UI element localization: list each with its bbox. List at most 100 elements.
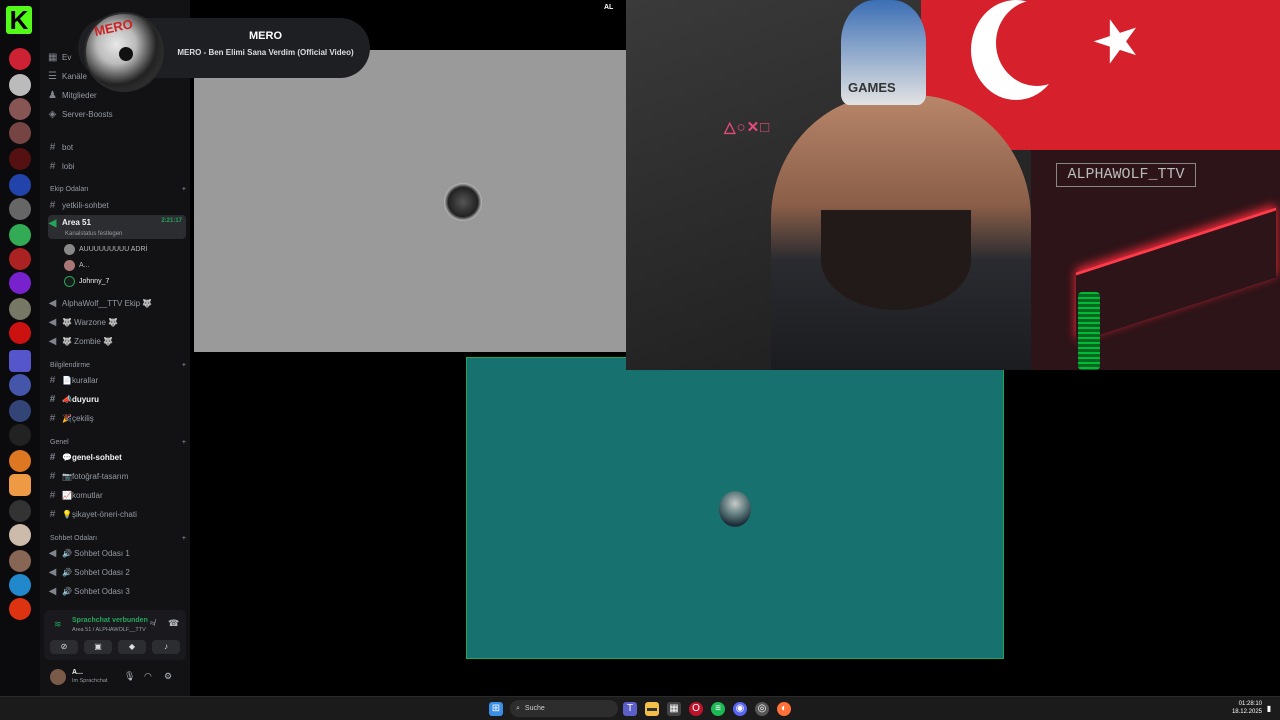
server-icon[interactable]: [9, 174, 31, 196]
channel-kurallar[interactable]: # 📄kurallar: [48, 372, 186, 388]
windows-start-icon[interactable]: ⊞: [489, 702, 503, 716]
camera-off-icon[interactable]: ⊘: [50, 640, 78, 654]
server-icon[interactable]: [9, 248, 31, 270]
voice-channel[interactable]: ◀ AlphaWolf__TTV Ekip 🐺: [48, 295, 186, 311]
hash-icon: #: [49, 393, 56, 405]
channel-sikayet[interactable]: # 💡şikayet-öneri-chati: [48, 506, 186, 522]
server-icon[interactable]: [9, 122, 31, 144]
channel-yetkili-sohbet[interactable]: # yetkili-sohbet: [48, 197, 186, 213]
plus-icon[interactable]: +: [182, 535, 186, 542]
server-icon[interactable]: [9, 400, 31, 422]
server-icon[interactable]: [9, 148, 31, 170]
channel-label: 📷fotoğraf-tasarım: [62, 471, 129, 481]
server-icon[interactable]: [9, 574, 31, 596]
flag-crescent-cut: [996, 0, 1078, 86]
voice-tile-speaking[interactable]: [466, 357, 1004, 659]
streamer-banner: ALPHAWOLF_TTV: [1056, 163, 1196, 187]
channel-lobi[interactable]: # lobi: [48, 158, 186, 174]
voice-channel[interactable]: ◀ 🐺 Zombie 🐺: [48, 333, 186, 349]
channel-komutlar[interactable]: # 📈komutlar: [48, 487, 186, 503]
headphones-icon[interactable]: ◠: [144, 671, 152, 682]
avatar: [719, 491, 751, 527]
server-icon[interactable]: [9, 98, 31, 120]
channel-cekilis[interactable]: # 🎉çekiliş: [48, 410, 186, 426]
channel-label: 💡şikayet-öneri-chati: [62, 509, 137, 519]
server-icon[interactable]: [9, 550, 31, 572]
server-icon[interactable]: [9, 500, 31, 522]
hash-icon: #: [49, 160, 56, 172]
channel-duyuru[interactable]: # 📣duyuru: [48, 391, 186, 407]
server-icon[interactable]: [9, 474, 31, 496]
channel-status[interactable]: Kanalstatus festlegen: [65, 231, 122, 237]
channel-label: Area 51: [62, 218, 91, 227]
activities-icon[interactable]: ◆: [118, 640, 146, 654]
voice-channel[interactable]: ◀ 🔊 Sohbet Odası 2: [48, 564, 186, 580]
category-label: Bilgilendirme: [50, 362, 91, 369]
server-icon[interactable]: [9, 198, 31, 220]
channel-label: 🐺 Warzone 🐺: [62, 317, 119, 327]
avatar[interactable]: [50, 669, 66, 685]
notification-icon[interactable]: ▮: [1262, 702, 1276, 716]
category-genel[interactable]: Genel +: [50, 439, 186, 446]
soundboard-icon[interactable]: ♪: [152, 640, 180, 654]
speaker-icon: ◀: [48, 566, 57, 578]
voice-tile[interactable]: [194, 50, 626, 352]
server-icon[interactable]: [9, 598, 31, 620]
folder-icon[interactable]: ▬: [645, 702, 659, 716]
voice-user[interactable]: AUUUUUUUUU ADRİ: [64, 244, 147, 255]
server-icon[interactable]: [9, 224, 31, 246]
hash-icon: #: [49, 141, 56, 153]
now-playing-widget: MERO MERO MERO - Ben Elimi Sana Verdim (…: [78, 12, 370, 92]
firefox-icon[interactable]: ◐: [777, 702, 791, 716]
category-bilgilendirme[interactable]: Bilgilendirme +: [50, 362, 186, 369]
server-icon[interactable]: [9, 424, 31, 446]
voice-user[interactable]: A...: [64, 260, 90, 271]
voice-user[interactable]: Johnny_7: [64, 276, 109, 287]
signal-icon: ≋: [54, 619, 62, 629]
server-icon[interactable]: [9, 322, 31, 344]
search-input[interactable]: ⌕ Suche: [510, 700, 618, 717]
voice-status-channel[interactable]: Area 51 / ALPHAWOLF__TTV: [72, 627, 146, 633]
noise-suppression-icon[interactable]: ≉: [150, 618, 155, 628]
sidebar-item-boosts[interactable]: ◈ Server-Boosts: [48, 106, 186, 122]
store-icon[interactable]: ▦: [667, 702, 681, 716]
system-clock[interactable]: 01:28:10 18.12.2025: [1222, 700, 1262, 716]
voice-channel[interactable]: ◀ 🔊 Sohbet Odası 1: [48, 545, 186, 561]
server-icon[interactable]: [9, 74, 31, 96]
category-ekip[interactable]: Ekip Odaları +: [50, 186, 186, 193]
server-icon[interactable]: [9, 48, 31, 70]
server-icon[interactable]: [9, 524, 31, 546]
teams-icon[interactable]: T: [623, 702, 637, 716]
user-status: Im Sprachchat: [72, 678, 108, 684]
now-playing-artist: MERO: [249, 30, 282, 42]
channel-bot[interactable]: # bot: [48, 139, 186, 155]
server-icon[interactable]: [9, 272, 31, 294]
avatar: [64, 244, 75, 255]
spotify-icon[interactable]: ≡: [711, 702, 725, 716]
user-name[interactable]: A...: [72, 669, 83, 676]
channel-label: lobi: [62, 161, 75, 171]
voice-channel[interactable]: ◀ 🐺 Warzone 🐺: [48, 314, 186, 330]
category-sohbet[interactable]: Sohbet Odaları +: [50, 535, 186, 542]
voice-channel[interactable]: ◀ 🔊 Sohbet Odası 3: [48, 583, 186, 599]
plus-icon[interactable]: +: [182, 439, 186, 446]
microphone-icon[interactable]: 🎙: [124, 671, 135, 682]
server-icon[interactable]: [9, 374, 31, 396]
server-icon[interactable]: [9, 298, 31, 320]
category-label: Sohbet Odaları: [50, 535, 98, 542]
channel-fotograf[interactable]: # 📷fotoğraf-tasarım: [48, 468, 186, 484]
screen-share-icon[interactable]: ▣: [84, 640, 112, 654]
server-icon[interactable]: [9, 450, 31, 472]
opera-icon[interactable]: O: [689, 702, 703, 716]
gear-icon[interactable]: ⚙: [164, 671, 172, 682]
channel-label: 🔊 Sohbet Odası 2: [62, 567, 130, 577]
playstation-symbols: △○✕□: [724, 119, 771, 136]
channel-genel-sohbet[interactable]: # 💬genel-sohbet: [48, 449, 186, 465]
voice-user-name: AUUUUUUUUU ADRİ: [79, 246, 148, 253]
discord-icon[interactable]: ◉: [733, 702, 747, 716]
plus-icon[interactable]: +: [182, 362, 186, 369]
folder-icon[interactable]: [9, 350, 31, 372]
plus-icon[interactable]: +: [182, 186, 186, 193]
chrome-icon[interactable]: ◎: [755, 702, 769, 716]
disconnect-icon[interactable]: ☎: [168, 618, 179, 629]
